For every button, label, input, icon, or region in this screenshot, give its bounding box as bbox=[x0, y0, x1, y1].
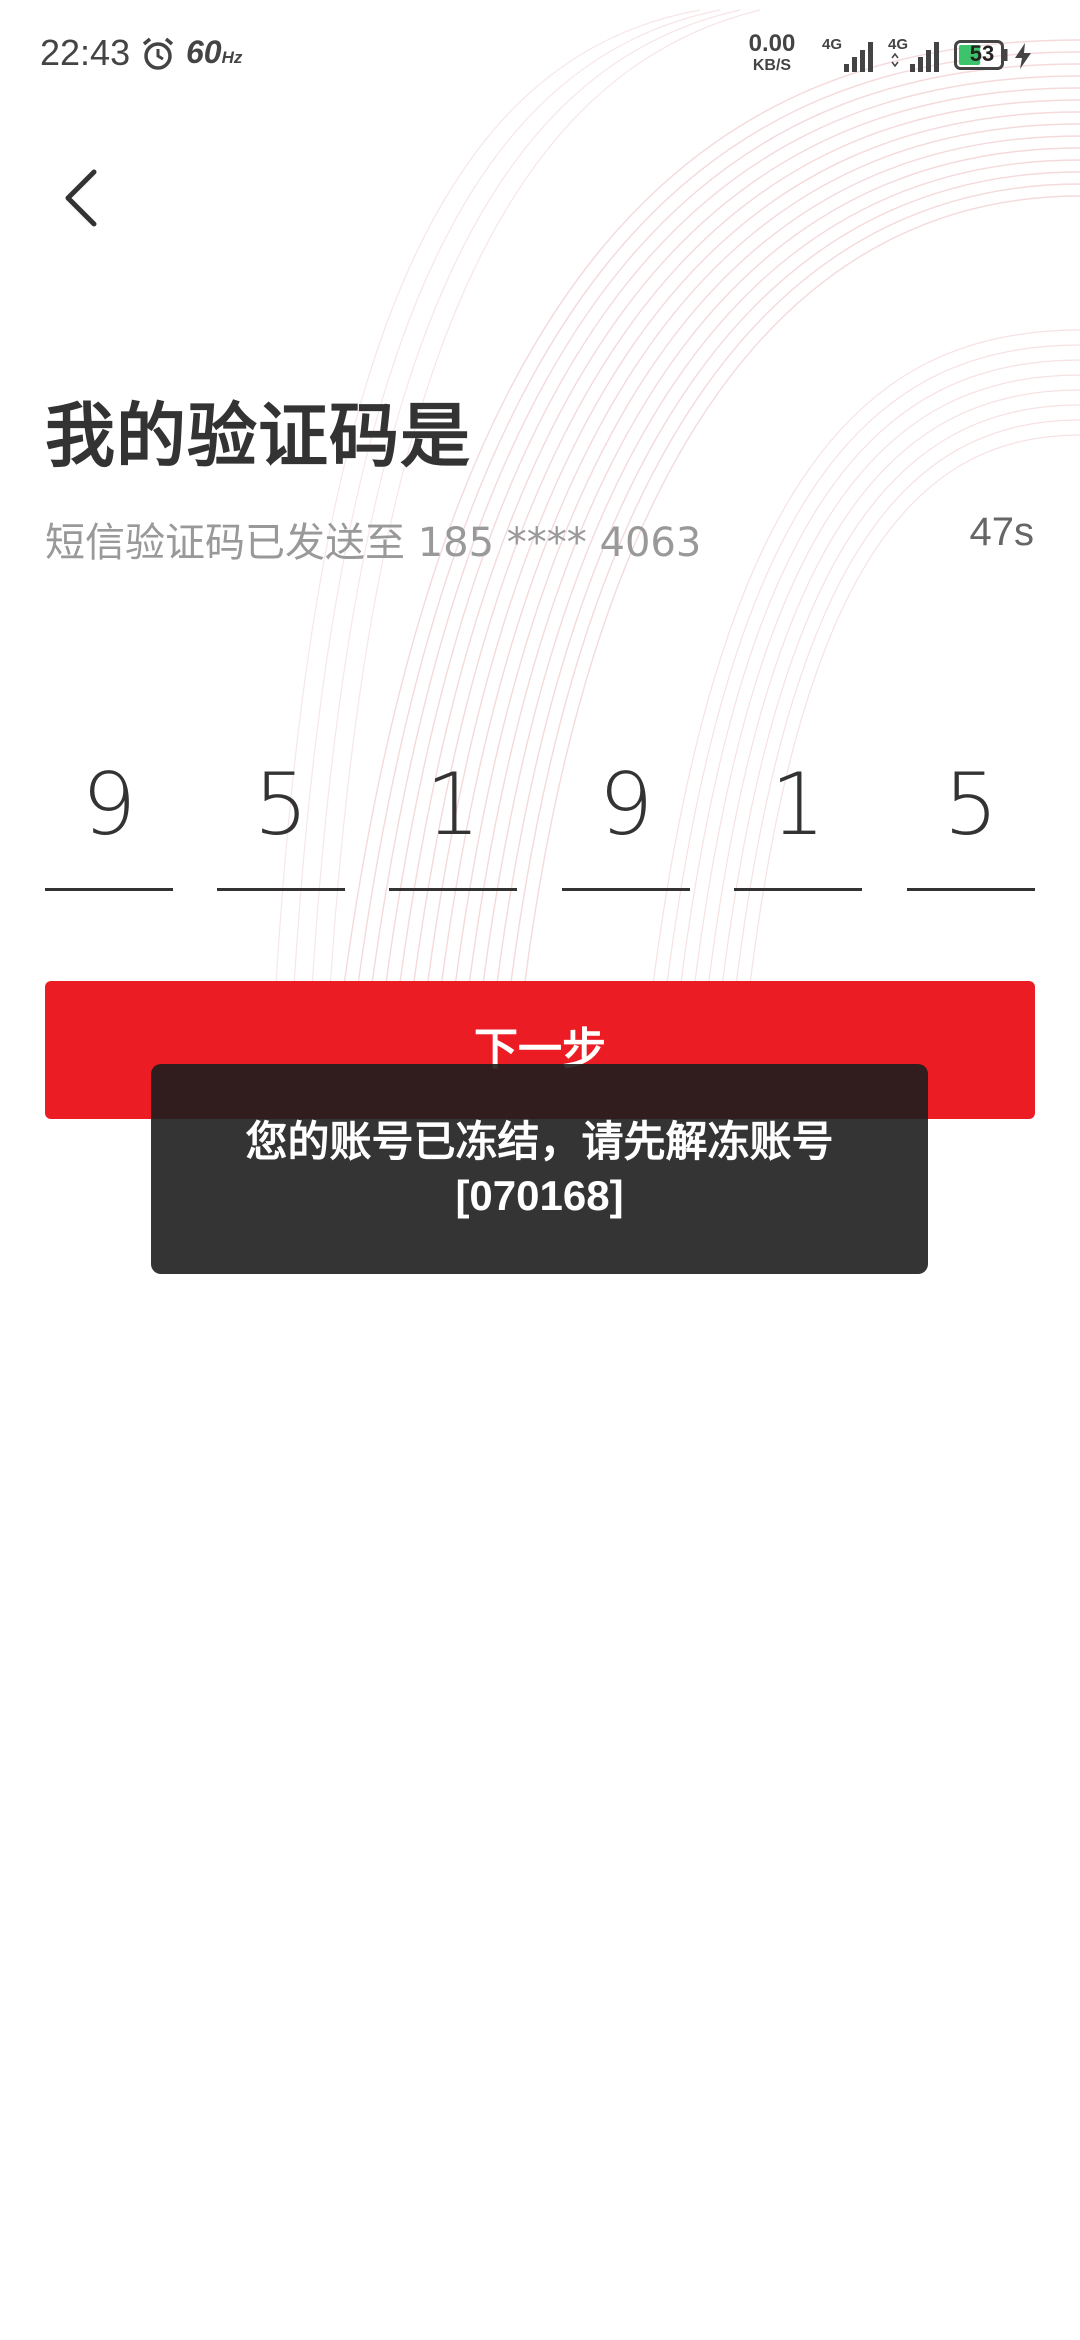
toast-message: 您的账号已冻结，请先解冻账号 bbox=[245, 1117, 834, 1166]
battery-level: 53 bbox=[969, 41, 995, 66]
network-speed: 0.00 KB/S bbox=[748, 30, 796, 74]
verification-screen: 22:43 60Hz 0.00 KB/S 4G 4G 53 我的验证码是 短信验… bbox=[0, 0, 1080, 2340]
status-time: 22:43 bbox=[40, 32, 131, 73]
code-digit: 1 bbox=[770, 755, 826, 855]
page-title: 我的验证码是 bbox=[45, 395, 471, 477]
code-box[interactable]: 5 bbox=[907, 740, 1035, 891]
chevron-left-icon bbox=[65, 169, 97, 227]
error-toast: 您的账号已冻结，请先解冻账号 [070168] bbox=[151, 1064, 928, 1274]
resend-countdown[interactable]: 47s bbox=[970, 510, 1035, 555]
toast-error-code: [070168] bbox=[455, 1172, 624, 1219]
code-box[interactable]: 1 bbox=[389, 740, 517, 891]
alarm-clock-icon bbox=[142, 37, 174, 70]
code-box[interactable]: 9 bbox=[562, 740, 690, 891]
code-box[interactable]: 9 bbox=[45, 740, 173, 891]
signal-strength-icon-1: 4G bbox=[822, 36, 873, 72]
code-digit: 5 bbox=[253, 755, 309, 855]
code-digit: 9 bbox=[598, 755, 654, 855]
back-button[interactable] bbox=[46, 150, 116, 240]
svg-text:4G: 4G bbox=[822, 36, 842, 53]
code-digit: 1 bbox=[425, 755, 481, 855]
svg-text:4G: 4G bbox=[888, 36, 908, 53]
refresh-rate: 60Hz bbox=[186, 34, 243, 70]
code-digit: 9 bbox=[81, 755, 137, 855]
code-box[interactable]: 1 bbox=[734, 740, 862, 891]
status-bar: 22:43 60Hz 0.00 KB/S 4G 4G 53 bbox=[0, 0, 1080, 110]
verification-code-input[interactable]: 9 5 1 9 1 5 bbox=[45, 740, 1035, 891]
charging-bolt-icon bbox=[1015, 43, 1031, 69]
signal-strength-icon-2: 4G bbox=[888, 36, 939, 72]
code-box[interactable]: 5 bbox=[217, 740, 345, 891]
sms-sent-hint: 短信验证码已发送至 185 **** 4063 bbox=[45, 520, 702, 566]
code-digit: 5 bbox=[943, 755, 999, 855]
